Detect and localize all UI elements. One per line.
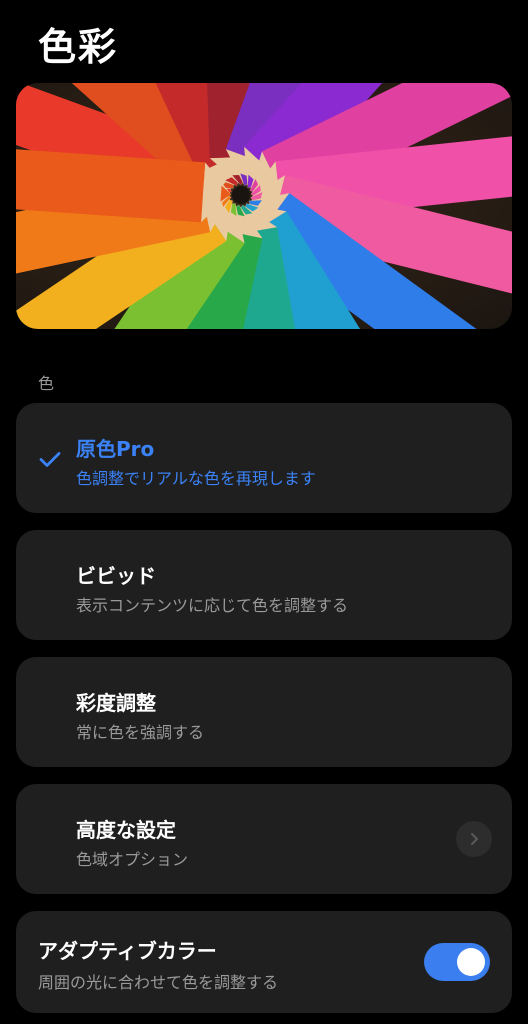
chevron-right-icon[interactable]	[456, 821, 492, 857]
option-subtitle: 常に色を強調する	[76, 723, 205, 742]
option-title: 彩度調整	[76, 691, 156, 715]
check-icon	[39, 452, 61, 467]
page-title: 色彩	[38, 25, 119, 69]
color-option-vivid[interactable]: ビビッド 表示コンテンツに応じて色を調整する	[16, 530, 512, 640]
section-label: 色	[38, 374, 55, 393]
adaptive-color-item[interactable]: アダプティブカラー 周囲の光に合わせて色を調整する	[16, 911, 512, 1013]
option-title: ビビッド	[76, 564, 156, 588]
preview-image	[16, 83, 512, 329]
toggle-knob	[457, 948, 485, 976]
color-option-genshoku-pro[interactable]: 原色Pro 色調整でリアルな色を再現します	[16, 403, 512, 513]
color-option-saturation[interactable]: 彩度調整 常に色を強調する	[16, 657, 512, 767]
adaptive-color-toggle[interactable]	[424, 943, 490, 981]
option-title: 原色Pro	[76, 437, 155, 461]
pencil-center	[232, 186, 250, 204]
advanced-settings-item[interactable]: 高度な設定 色域オプション	[16, 784, 512, 894]
advanced-title: 高度な設定	[76, 818, 176, 842]
adaptive-subtitle: 周囲の光に合わせて色を調整する	[38, 973, 279, 992]
advanced-subtitle: 色域オプション	[76, 850, 189, 869]
option-subtitle: 表示コンテンツに応じて色を調整する	[76, 596, 349, 615]
option-subtitle: 色調整でリアルな色を再現します	[76, 469, 316, 488]
adaptive-title: アダプティブカラー	[38, 939, 217, 963]
